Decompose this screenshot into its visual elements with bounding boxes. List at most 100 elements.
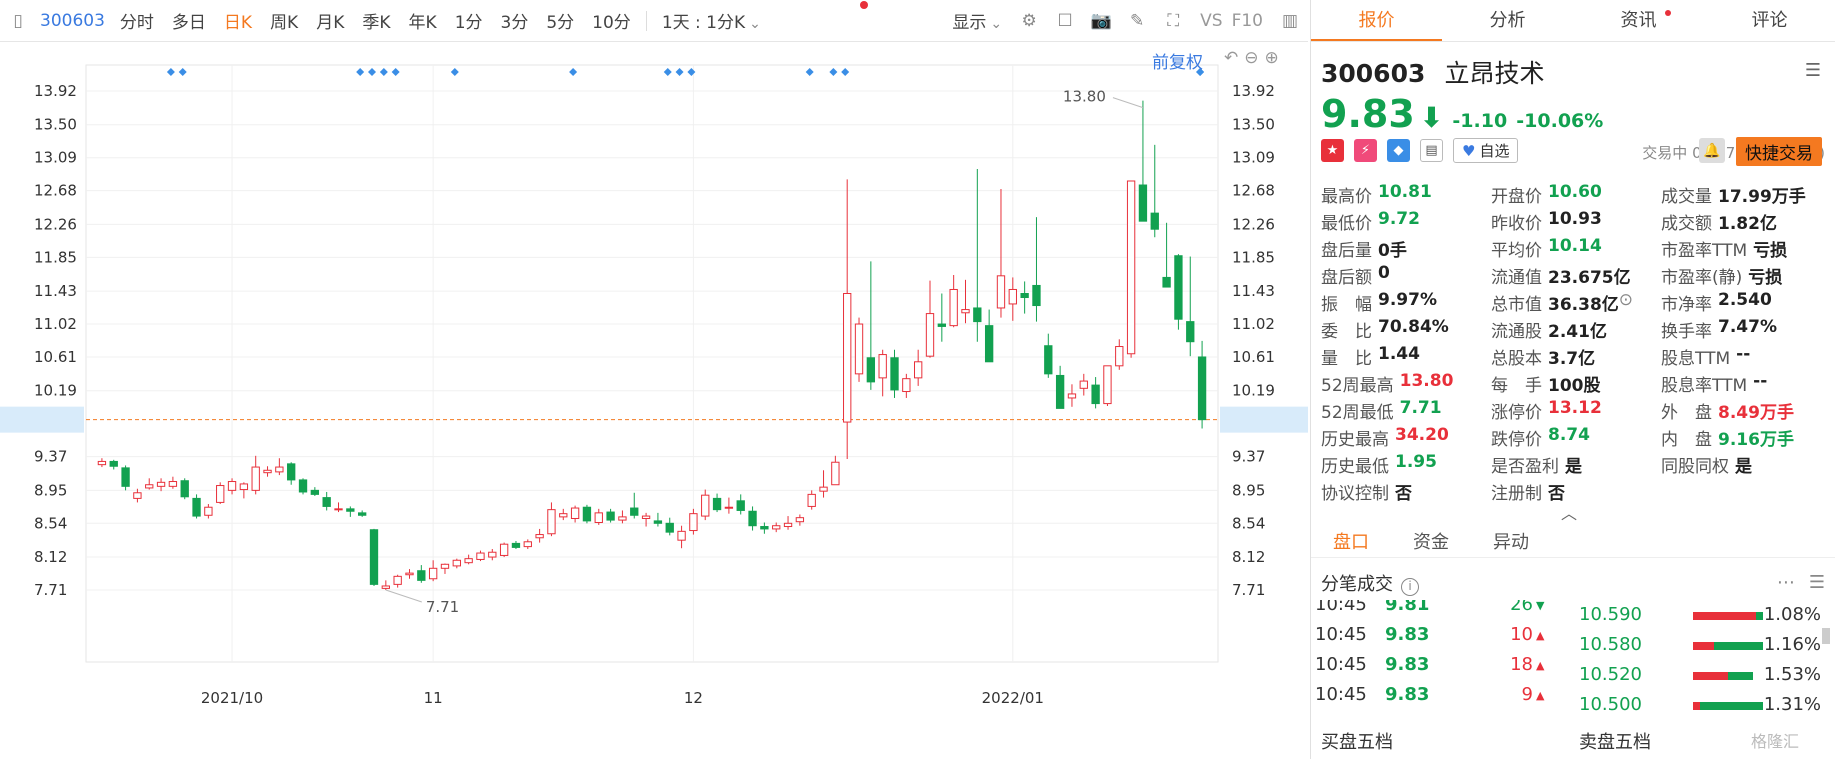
candle-body <box>1079 380 1088 389</box>
fullscreen-icon[interactable]: ⛶ <box>1162 10 1184 32</box>
stat-cell: 振 幅 9.97% <box>1321 290 1491 317</box>
chart-zoom-controls: ↶ ⊖ ⊕ <box>1224 48 1279 68</box>
stat-label: 历史最高 <box>1321 430 1389 450</box>
period-tab-2[interactable]: 日K <box>215 8 261 33</box>
candle-body <box>417 570 426 581</box>
display-select[interactable]: 显示 <box>943 8 1011 33</box>
stat-cell: 外 盘 8.49万手 <box>1661 398 1831 425</box>
stat-cell: 股息TTM -- <box>1661 344 1831 371</box>
stat-cell: 流通股 2.41亿 <box>1491 317 1661 344</box>
zoom-out-icon[interactable]: ⊖ <box>1244 48 1258 68</box>
period-tab-1[interactable]: 多日 <box>163 8 215 33</box>
period-tab-8[interactable]: 3分 <box>492 8 538 33</box>
candle-body <box>843 292 852 423</box>
price-dist-row: 10.590 1.08% <box>1311 604 1835 634</box>
pen-icon[interactable]: ✎ <box>1126 10 1148 32</box>
candle-body <box>630 507 639 516</box>
add-watchlist-button[interactable]: ♥ 自选 <box>1453 138 1519 163</box>
collapse-icon[interactable]: ︿ <box>1561 500 1577 524</box>
stock-code: 300603 <box>1321 59 1426 88</box>
min-leader-line <box>385 589 422 603</box>
tick-list[interactable]: 10:45 9.81 26 ▼ 10:45 9.83 10 ▲ 10:45 9.83 18 ▲ 10:4… <box>1311 600 1835 718</box>
stat-value: 13.80 <box>1399 371 1454 391</box>
quote-tab-2[interactable]: 资讯 <box>1573 0 1704 41</box>
quote-tab-1[interactable]: 分析 <box>1442 0 1573 41</box>
more-icon[interactable]: ⊙ <box>1619 290 1633 317</box>
y-tick-label-right: 10.61 <box>1232 348 1275 366</box>
stat-label: 股息率TTM <box>1661 376 1748 396</box>
candle-body <box>795 517 805 523</box>
more-icon[interactable]: ⋯ <box>1777 572 1795 593</box>
note-icon[interactable]: ▤ <box>1420 139 1443 162</box>
stat-value: 36.38亿 <box>1548 295 1619 315</box>
panel-toggle-icon[interactable]: ▥ <box>1279 10 1301 32</box>
quick-trade-button[interactable]: 快捷交易 <box>1736 137 1822 166</box>
f10-button[interactable]: F10 <box>1232 11 1272 31</box>
stat-label: 股息TTM <box>1661 349 1731 369</box>
quote-tab-3[interactable]: 评论 <box>1704 0 1835 41</box>
period-tab-3[interactable]: 周K <box>261 8 307 33</box>
period-tab-10[interactable]: 10分 <box>583 8 640 33</box>
stats-row: 盘后额 0 流通值 23.675亿 市盈率(静) 亏损 <box>1321 263 1831 290</box>
stat-cell: 52周最高 13.80 <box>1321 371 1491 398</box>
candle-body <box>653 520 663 524</box>
zoom-in-icon[interactable]: ⊕ <box>1265 48 1279 68</box>
settings-icon[interactable]: ⚙ <box>1018 10 1040 32</box>
undo-icon[interactable]: ↶ <box>1224 48 1238 68</box>
quote-tab-0[interactable]: 报价 <box>1311 0 1442 41</box>
candle-body <box>641 515 651 519</box>
toolbar-stock-code[interactable]: 300603 <box>36 11 111 31</box>
candle-body <box>772 525 781 530</box>
camera-icon[interactable]: 📷 <box>1090 10 1112 32</box>
candlestick-chart[interactable]: 13.92 13.92 13.50 13.50 13.09 13.09 12.68 12.68… <box>0 43 1308 759</box>
info-icon[interactable]: i <box>1401 578 1419 596</box>
stat-value: 7.71 <box>1399 398 1442 418</box>
period-tab-0[interactable]: 分时 <box>111 8 163 33</box>
price-adjust-select[interactable]: 前复权 <box>1152 48 1203 73</box>
stat-value: 34.20 <box>1395 425 1449 445</box>
stat-label: 每 手 <box>1491 376 1542 396</box>
stat-label: 换手率 <box>1661 322 1712 342</box>
tag-icon[interactable]: ◆ <box>1387 139 1410 162</box>
period-tab-4[interactable]: 月K <box>307 8 353 33</box>
period-tab-9[interactable]: 5分 <box>537 8 583 33</box>
sidebar-toggle-icon[interactable]: ▯ <box>7 10 29 32</box>
candle-body <box>701 494 710 517</box>
price-tag-right <box>1220 406 1308 433</box>
stat-label: 52周最低 <box>1321 403 1394 423</box>
stat-value: 1.82亿 <box>1718 214 1777 234</box>
event-marker <box>687 68 696 76</box>
section-tab-0[interactable]: 盘口 <box>1311 528 1391 557</box>
candle-body <box>925 313 935 357</box>
stat-label: 同股同权 <box>1661 457 1729 477</box>
candle-body <box>1174 255 1183 320</box>
period-tab-6[interactable]: 年K <box>400 8 446 33</box>
add-watchlist-label: 自选 <box>1479 142 1510 160</box>
y-tick-label-right: 10.19 <box>1232 382 1275 400</box>
vs-button[interactable]: VS <box>1191 11 1231 31</box>
section-tab-2[interactable]: 异动 <box>1471 528 1551 557</box>
period-select[interactable]: 1天 : 1分K <box>653 8 770 33</box>
y-tick-label-right: 11.02 <box>1232 315 1275 333</box>
stat-cell: 盘后量 0手 <box>1321 236 1491 263</box>
price-dist-row: 10.500 1.31% <box>1311 694 1835 718</box>
stats-row: 历史最高 34.20 跌停价 8.74 内 盘 9.16万手 <box>1321 425 1831 452</box>
china-flag-icon[interactable]: ★ <box>1321 139 1344 162</box>
stat-cell: 是否盈利是 <box>1491 452 1661 479</box>
section-tab-1[interactable]: 资金 <box>1391 528 1471 557</box>
candle-body <box>1103 365 1112 405</box>
drawing-box-icon[interactable]: ☐ <box>1054 10 1076 32</box>
list-icon[interactable]: ☰ <box>1809 572 1825 593</box>
stat-cell: 历史最低 1.95 <box>1321 452 1491 479</box>
candle-body <box>1067 393 1077 399</box>
period-tab-7[interactable]: 1分 <box>446 8 492 33</box>
hot-icon[interactable]: ⚡ <box>1354 139 1377 162</box>
x-tick-label: 2021/10 <box>201 689 263 707</box>
candle-body <box>783 522 793 528</box>
list-menu-icon[interactable]: ☰ <box>1805 60 1821 81</box>
period-tab-5[interactable]: 季K <box>353 8 399 33</box>
candle-body <box>216 485 225 503</box>
stat-cell: 成交额 1.82亿 <box>1661 209 1831 236</box>
bell-icon[interactable]: 🔔 <box>1699 138 1725 163</box>
scrollbar[interactable] <box>1822 628 1830 644</box>
